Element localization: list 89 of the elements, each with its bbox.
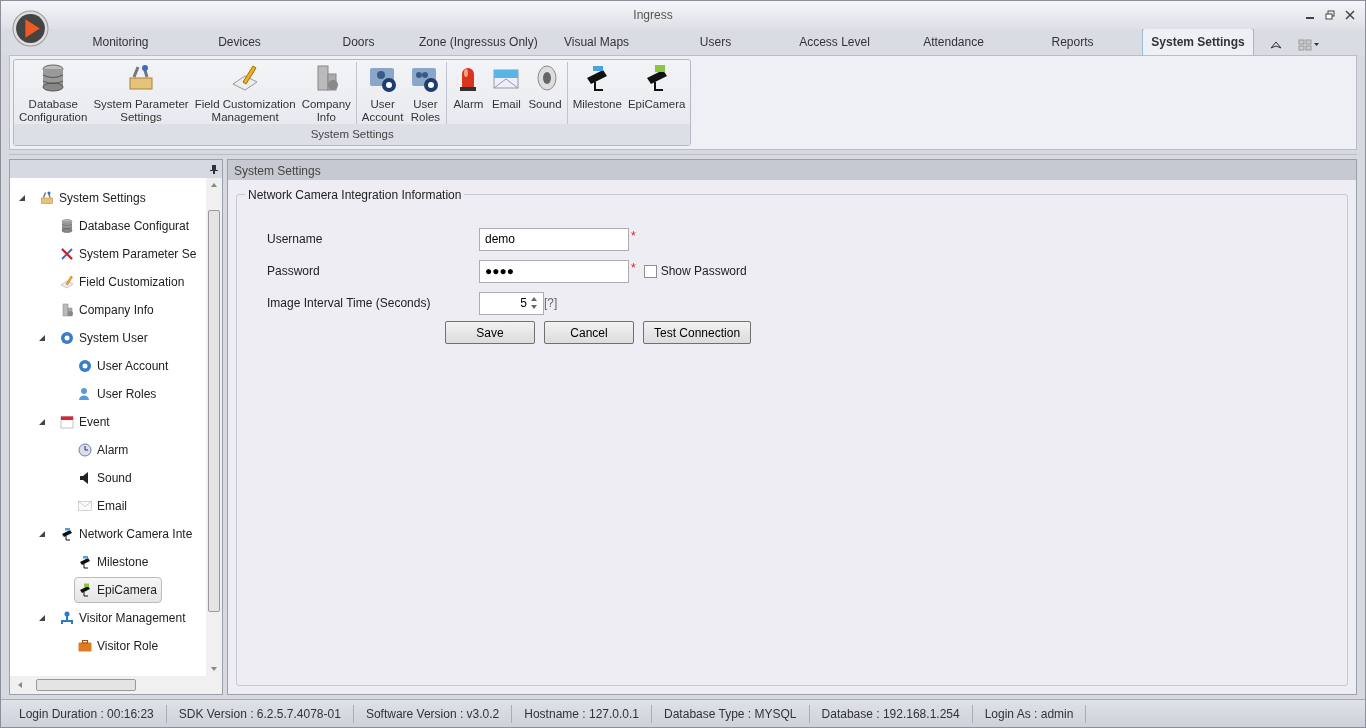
ribbon-button[interactable]: User Account [358, 62, 407, 124]
tree-item[interactable]: Database Configurat [56, 213, 195, 239]
ribbon-button[interactable]: Email [487, 62, 526, 124]
tree-item[interactable]: Field Customization [56, 269, 190, 295]
tree-item[interactable]: System Parameter Se [56, 241, 202, 267]
required-mark: * [631, 260, 636, 277]
expander-icon[interactable] [38, 418, 46, 426]
tree-item[interactable]: System Settings [36, 185, 151, 211]
checkbox[interactable] [643, 264, 657, 278]
tab[interactable]: System Settings [1142, 28, 1254, 55]
org-chart-icon [59, 610, 75, 626]
status-item: Login Duration : 00:16:23 [7, 704, 167, 723]
collapse-ribbon-icon[interactable] [1270, 40, 1282, 50]
tree-item[interactable]: Milestone [74, 549, 154, 575]
camera-icon [77, 554, 93, 570]
tools-icon [59, 246, 75, 262]
expander-icon[interactable] [38, 614, 46, 622]
close-icon[interactable] [1345, 10, 1355, 20]
tab[interactable]: Users [656, 28, 775, 55]
tree-item[interactable]: Network Camera Inte [56, 521, 198, 547]
tab[interactable]: Attendance [894, 28, 1013, 55]
tree-item[interactable]: Alarm [74, 437, 134, 463]
pin-icon[interactable] [210, 164, 218, 174]
tab[interactable]: Zone (Ingressus Only) [418, 28, 537, 55]
toolbox-icon [39, 190, 55, 206]
database-icon [59, 218, 75, 234]
input-field[interactable]: demo [479, 227, 629, 251]
tab[interactable]: Devices [180, 28, 299, 55]
tree-item[interactable]: User Roles [74, 381, 162, 407]
briefcase-icon [77, 638, 93, 654]
gear-icon [77, 358, 93, 374]
help-hint[interactable]: [?] [544, 294, 558, 312]
camera-icon [59, 526, 75, 542]
tree-item[interactable]: Email [74, 493, 132, 519]
camera-icon [77, 582, 93, 598]
envelope-icon [77, 498, 93, 514]
tab[interactable]: Visual Maps [537, 28, 656, 55]
restore-icon[interactable] [1325, 10, 1335, 20]
input-field[interactable]: ●●●● [479, 259, 629, 283]
field-label: Username [267, 231, 324, 248]
gear-icon [59, 330, 75, 346]
ribbon-button[interactable]: Sound [525, 62, 565, 124]
scroll-left-icon[interactable] [16, 681, 24, 689]
tab[interactable]: Reports [1013, 28, 1132, 55]
status-item: SDK Version : 6.2.5.7.4078-01 [166, 704, 354, 723]
ribbon-button[interactable]: Database Configuration [16, 62, 91, 124]
status-item: Login As : admin [972, 704, 1087, 723]
building-icon [59, 302, 75, 318]
tree-item[interactable]: Event [56, 409, 115, 435]
ribbon-button[interactable]: System Parameter Settings [90, 62, 192, 124]
tree-item[interactable]: Company Info [56, 297, 159, 323]
status-item: Database Type : MYSQL [652, 704, 810, 723]
field-label: Password [267, 263, 321, 280]
checkbox-label: Show Password [660, 263, 747, 280]
expander-icon[interactable] [38, 334, 46, 342]
ribbon-button[interactable]: Company Info [298, 62, 354, 124]
ribbon-button[interactable]: Alarm [449, 62, 488, 124]
ribbon-button[interactable]: User Roles [406, 62, 445, 124]
clock-icon [77, 442, 93, 458]
tab[interactable]: Access Level [775, 28, 894, 55]
tree-item[interactable]: User Account [74, 353, 174, 379]
ribbon-button[interactable]: Milestone [569, 62, 625, 124]
tab[interactable]: Monitoring [61, 28, 180, 55]
ribbon-button[interactable]: Field Customization Management [191, 62, 299, 124]
field-label: Image Interval Time (Seconds) [267, 295, 432, 312]
number-field[interactable]: 5 [479, 291, 544, 315]
panel-title: System Settings [234, 164, 321, 178]
ribbon-button[interactable]: EpiCamera [624, 62, 689, 124]
horizontal-scrollbar[interactable] [10, 676, 222, 694]
expander-icon[interactable] [38, 530, 46, 538]
calendar-icon [59, 414, 75, 430]
expander-icon[interactable] [18, 194, 26, 202]
status-item: Database : 192.168.1.254 [809, 704, 973, 723]
action-button[interactable]: Cancel [544, 321, 634, 344]
tree-item[interactable]: System User [56, 325, 153, 351]
action-button[interactable]: Save [445, 321, 535, 344]
tab[interactable]: Doors [299, 28, 418, 55]
ribbon-group-label: System Settings [14, 124, 691, 146]
status-item: Hostname : 127.0.0.1 [512, 704, 653, 723]
pencil-icon [59, 274, 75, 290]
action-button[interactable]: Test Connection [643, 321, 752, 344]
layout-icon[interactable] [1298, 39, 1320, 51]
tree-item[interactable]: Sound [74, 465, 137, 491]
tree-item[interactable]: Visitor Role [74, 633, 164, 659]
tree-item[interactable]: EpiCamera [74, 577, 163, 603]
required-mark: * [631, 228, 636, 245]
window-title: Ingress [633, 8, 673, 22]
status-item: Software Version : v3.0.2 [353, 704, 513, 723]
tree-item[interactable]: Visitor Management [56, 605, 191, 631]
